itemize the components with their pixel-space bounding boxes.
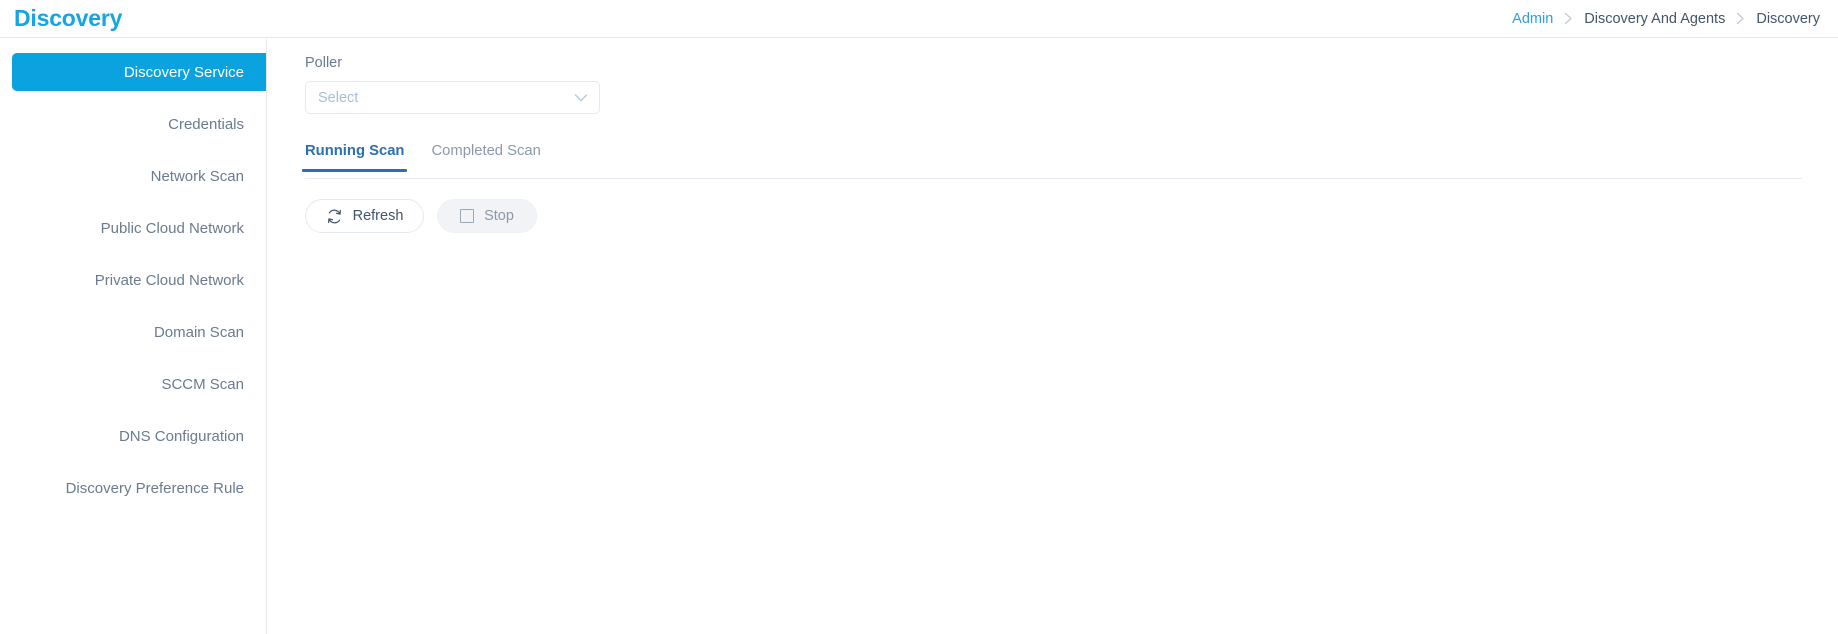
sidebar-item-label: Domain Scan bbox=[153, 323, 244, 341]
scan-tabs: Running Scan Completed Scan bbox=[301, 143, 1802, 179]
discovery-page: Discovery Admin Discovery And Agents Dis… bbox=[0, 0, 1838, 634]
sidebar-item-credentials[interactable]: Credentials bbox=[0, 105, 266, 143]
poller-select-placeholder: Select bbox=[318, 89, 359, 106]
refresh-button-label: Refresh bbox=[352, 208, 404, 224]
tab-label: Running Scan bbox=[305, 143, 405, 159]
stop-button-label: Stop bbox=[484, 208, 514, 224]
sidebar-item-label: Public Cloud Network bbox=[100, 219, 244, 237]
sidebar-item-label: Discovery Preference Rule bbox=[65, 479, 244, 497]
page-title: Discovery bbox=[14, 5, 123, 31]
sidebar-item-domain-scan[interactable]: Domain Scan bbox=[0, 313, 266, 351]
poller-select[interactable]: Select bbox=[305, 81, 600, 114]
sidebar: Discovery Service Credentials Network Sc… bbox=[0, 39, 267, 634]
page-header: Discovery Admin Discovery And Agents Dis… bbox=[0, 0, 1838, 38]
action-bar: Refresh Stop bbox=[305, 199, 1802, 233]
sidebar-item-discovery-service[interactable]: Discovery Service bbox=[12, 53, 266, 91]
tab-label: Completed Scan bbox=[431, 143, 541, 159]
chevron-right-icon bbox=[1736, 12, 1745, 25]
breadcrumb-item-discovery: Discovery bbox=[1756, 10, 1820, 27]
sidebar-item-sccm-scan[interactable]: SCCM Scan bbox=[0, 365, 266, 403]
sidebar-item-network-scan[interactable]: Network Scan bbox=[0, 157, 266, 195]
tab-completed-scan[interactable]: Completed Scan bbox=[431, 143, 540, 171]
stop-button[interactable]: Stop bbox=[437, 199, 537, 233]
breadcrumb-item-admin[interactable]: Admin bbox=[1512, 11, 1553, 27]
breadcrumb: Admin Discovery And Agents Discovery bbox=[1512, 11, 1820, 27]
sidebar-item-label: DNS Configuration bbox=[118, 427, 244, 445]
sidebar-item-private-cloud-network[interactable]: Private Cloud Network bbox=[0, 261, 266, 299]
breadcrumb-item-discovery-and-agents[interactable]: Discovery And Agents bbox=[1584, 11, 1725, 27]
sidebar-item-label: SCCM Scan bbox=[161, 375, 244, 393]
main-content: Poller Select Running Scan Completed Sca… bbox=[268, 39, 1838, 634]
poller-label: Poller bbox=[305, 55, 343, 71]
chevron-right-icon bbox=[1564, 12, 1573, 25]
refresh-button[interactable]: Refresh bbox=[305, 199, 424, 233]
sidebar-item-discovery-preference-rule[interactable]: Discovery Preference Rule bbox=[0, 469, 266, 507]
sidebar-item-label: Network Scan bbox=[150, 167, 244, 185]
stop-square-icon bbox=[460, 209, 475, 223]
sidebar-item-dns-configuration[interactable]: DNS Configuration bbox=[0, 417, 266, 455]
sidebar-item-label: Credentials bbox=[168, 115, 244, 133]
refresh-icon bbox=[326, 208, 343, 225]
chevron-down-icon bbox=[574, 93, 588, 102]
sidebar-item-label: Private Cloud Network bbox=[94, 271, 244, 289]
tab-running-scan[interactable]: Running Scan bbox=[301, 143, 408, 172]
sidebar-item-public-cloud-network[interactable]: Public Cloud Network bbox=[0, 209, 266, 247]
sidebar-item-label: Discovery Service bbox=[123, 63, 244, 81]
